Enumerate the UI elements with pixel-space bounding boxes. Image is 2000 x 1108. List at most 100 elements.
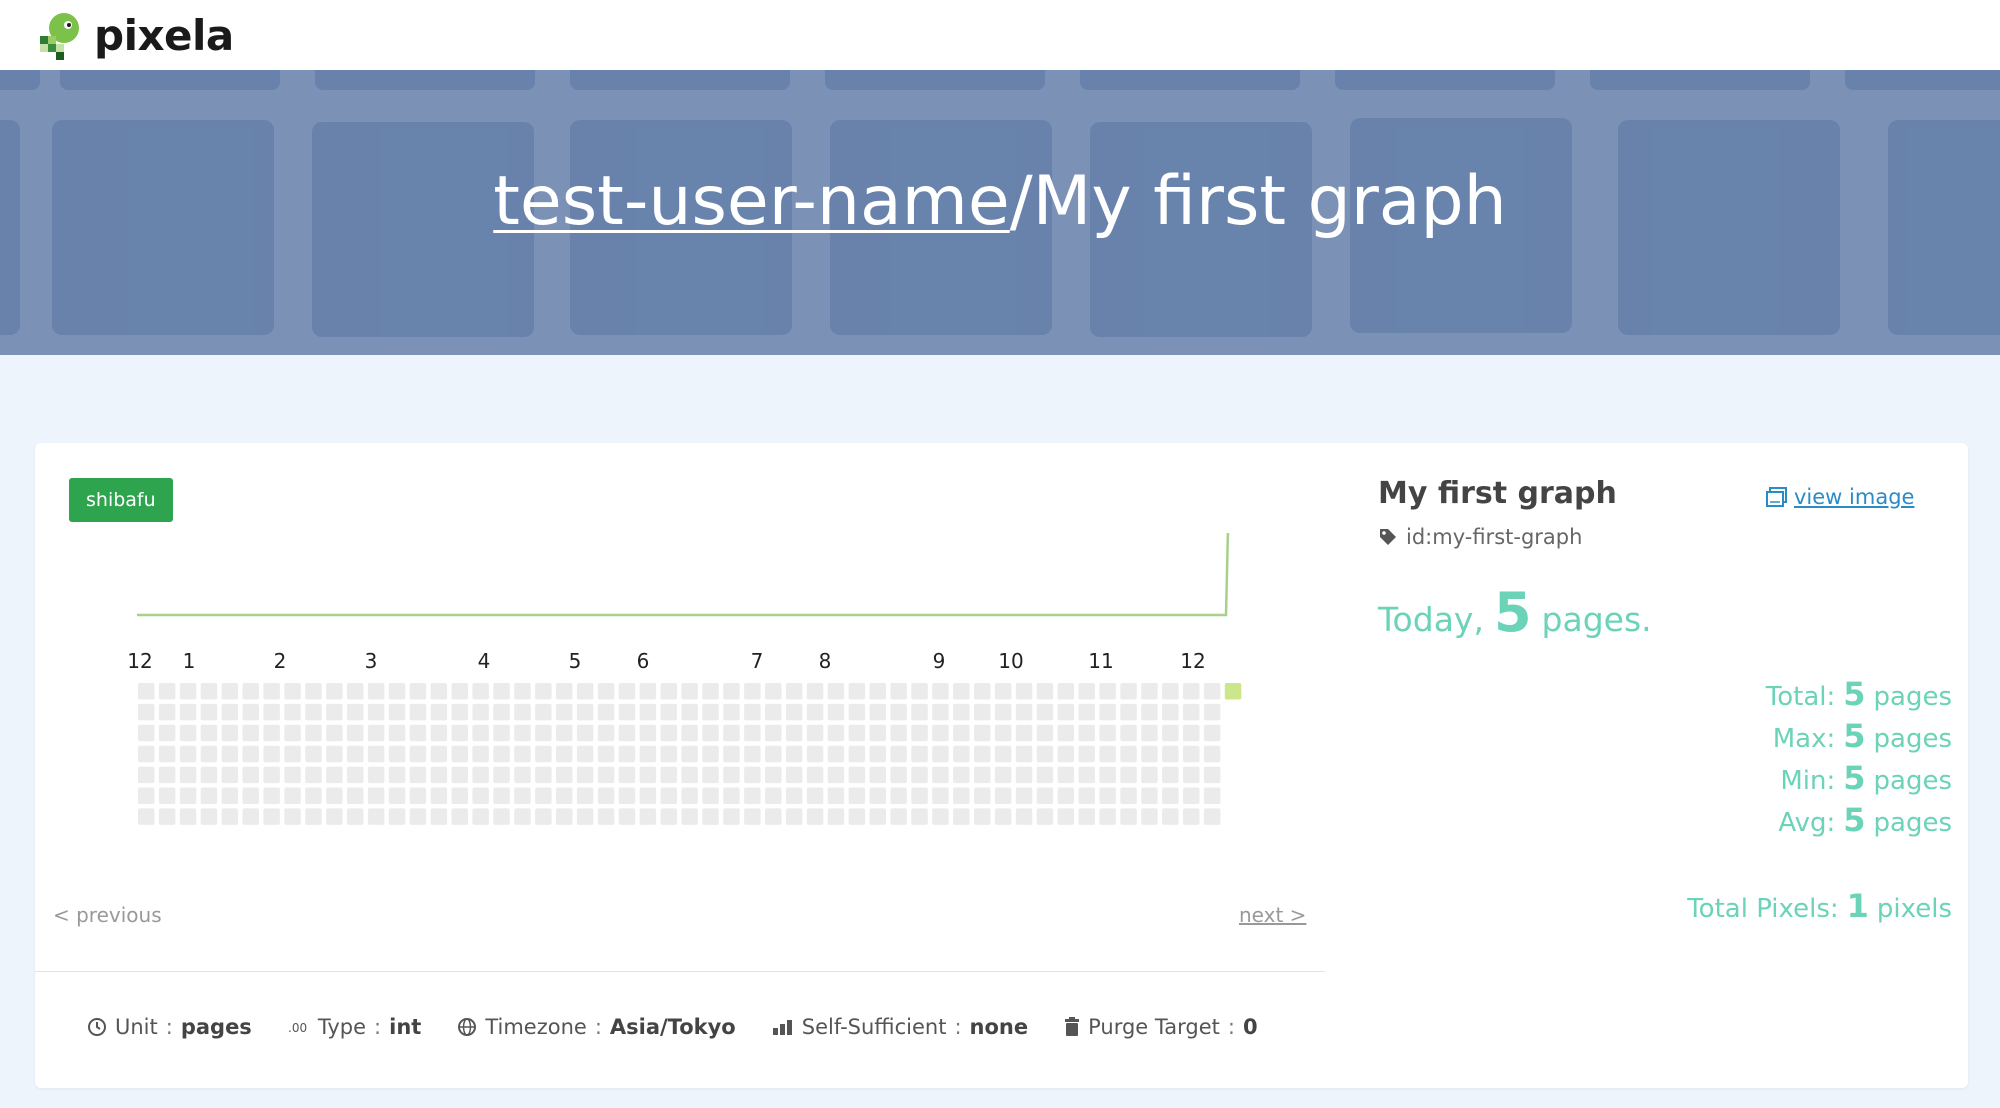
previous-link[interactable]: < previous xyxy=(53,903,162,927)
heatmap-cell xyxy=(911,766,928,784)
heatmap-cell xyxy=(138,703,155,721)
view-image-label: view image xyxy=(1794,485,1915,509)
heatmap-cell xyxy=(869,724,886,742)
globe-icon xyxy=(458,1018,477,1036)
graph-name-title: My first graph xyxy=(1032,162,1507,241)
heatmap-cell xyxy=(576,703,594,721)
heatmap-cell xyxy=(367,683,385,700)
heatmap-cell xyxy=(681,745,698,763)
heatmap-cell xyxy=(618,745,636,763)
heatmap-cell xyxy=(1078,703,1095,721)
heatmap-cell xyxy=(806,787,824,804)
heatmap-cell xyxy=(890,808,907,825)
heatmap-cell xyxy=(1203,683,1221,700)
heatmap-cell xyxy=(974,808,991,825)
heatmap-cell xyxy=(326,745,343,763)
month-label: 11 xyxy=(1088,649,1113,673)
heatmap-cell xyxy=(451,745,468,763)
heatmap-cell xyxy=(472,745,489,763)
heatmap-cell xyxy=(994,766,1012,784)
heatmap-cell xyxy=(409,766,427,784)
heatmap-cell xyxy=(932,808,949,825)
heatmap-cell xyxy=(576,683,594,700)
user-link[interactable]: test-user-name xyxy=(493,162,1009,241)
heatmap-cell xyxy=(890,724,907,742)
heatmap-cell xyxy=(367,703,385,721)
heatmap-cell xyxy=(1141,745,1158,763)
next-link[interactable]: next > xyxy=(1239,903,1306,927)
heatmap-cell xyxy=(1078,724,1095,742)
heatmap-cell xyxy=(430,745,448,763)
heatmap-cell xyxy=(179,703,197,721)
heatmap-cell xyxy=(367,808,385,825)
heatmap-cell xyxy=(1120,703,1137,721)
heatmap-cell xyxy=(221,724,239,742)
heatmap-cell xyxy=(367,787,385,804)
heatmap-cell xyxy=(932,745,949,763)
heatmap-cell xyxy=(1057,724,1075,742)
unit-icon xyxy=(88,1018,106,1036)
heatmap-cell xyxy=(158,703,176,721)
month-label: 10 xyxy=(998,649,1023,673)
title-separator: / xyxy=(1009,162,1033,241)
heatmap-cell xyxy=(347,766,364,784)
heatmap-cell xyxy=(409,787,427,804)
heatmap-cell xyxy=(493,683,510,700)
heatmap-cell xyxy=(1099,703,1116,721)
heatmap-cell xyxy=(138,766,155,784)
heatmap-cell xyxy=(576,787,594,804)
heatmap-cell xyxy=(639,703,657,721)
heatmap-cell xyxy=(535,683,552,700)
heatmap-cell xyxy=(890,683,907,700)
heatmap-cell xyxy=(514,703,531,721)
heatmap-cell xyxy=(1203,724,1221,742)
heatmap-cell xyxy=(618,724,636,742)
heatmap-cell xyxy=(200,808,218,825)
heatmap-cell xyxy=(409,745,427,763)
heatmap-cell xyxy=(1057,683,1075,700)
heatmap-cell xyxy=(994,703,1012,721)
heatmap-cell xyxy=(1015,766,1033,784)
heatmap-cell xyxy=(430,808,448,825)
heatmap-cell xyxy=(1099,745,1116,763)
heatmap-cell xyxy=(765,766,782,784)
heatmap-cell xyxy=(827,766,845,784)
heatmap-cell xyxy=(451,703,468,721)
graph-area: 12123456789101112pixela0+ xyxy=(85,533,1285,833)
heatmap-cell xyxy=(242,766,259,784)
heatmap-cell xyxy=(744,787,761,804)
heatmap-cell xyxy=(1015,683,1033,700)
heatmap-cell xyxy=(347,787,364,804)
heatmap-cell xyxy=(597,724,615,742)
brand-name: pixela xyxy=(94,10,234,60)
heatmap-cell xyxy=(702,683,719,700)
series-line xyxy=(137,533,1230,617)
meta-type: .00 Type : int xyxy=(287,1015,422,1039)
type-icon: .00 xyxy=(288,1021,307,1035)
heatmap-cell xyxy=(1120,787,1137,804)
heatmap-cell xyxy=(890,787,907,804)
month-label: 2 xyxy=(274,649,287,673)
heatmap-cell xyxy=(1015,703,1033,721)
heatmap-cell xyxy=(932,724,949,742)
heatmap-cell xyxy=(179,808,197,825)
today-value: 5 xyxy=(1493,581,1532,644)
hero-banner: test-user-name/My first graph xyxy=(0,70,2000,355)
heatmap-cell xyxy=(179,683,197,700)
month-label: 1 xyxy=(183,649,196,673)
heatmap-cell xyxy=(1036,766,1054,784)
heatmap-cell xyxy=(535,787,552,804)
pixela-logo-link[interactable]: pixela xyxy=(34,8,234,62)
heatmap-cell xyxy=(472,808,489,825)
heatmap-cell xyxy=(806,745,824,763)
heatmap-cell xyxy=(1099,683,1116,700)
heatmap-cell xyxy=(556,745,573,763)
heatmap-cell xyxy=(848,808,866,825)
heatmap-cell xyxy=(1057,808,1075,825)
view-image-link[interactable]: view image xyxy=(1766,485,1914,509)
heatmap-cell xyxy=(702,787,719,804)
heatmap-cell xyxy=(388,808,406,825)
heatmap-cell xyxy=(451,766,468,784)
color-badge: shibafu xyxy=(69,478,173,522)
heatmap-cell xyxy=(932,787,949,804)
